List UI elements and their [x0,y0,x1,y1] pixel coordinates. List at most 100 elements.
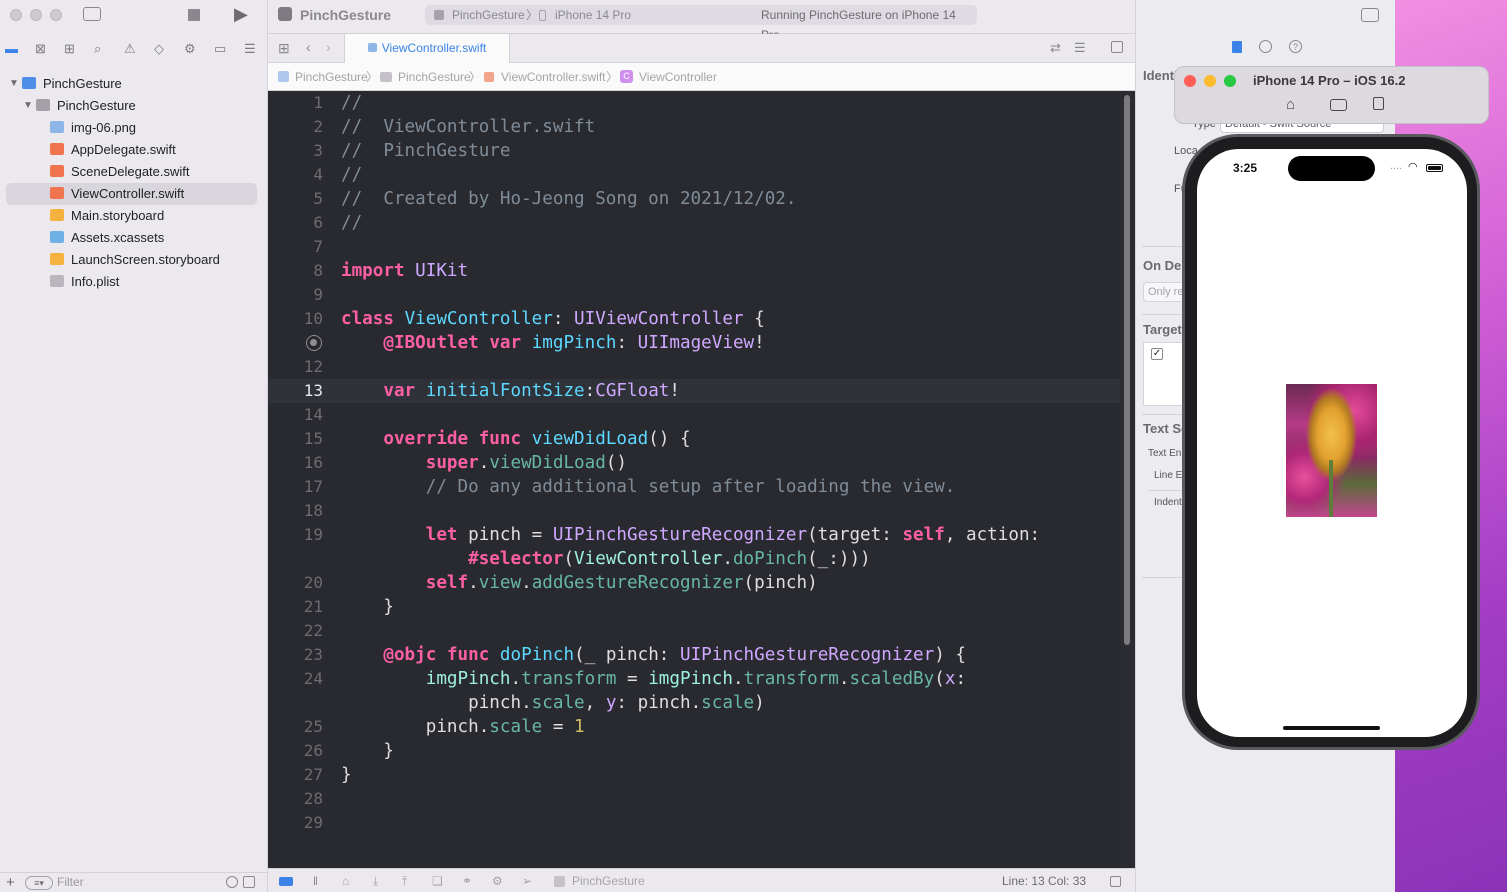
find-navigator-tab-icon[interactable]: ⌕ [94,41,101,57]
file-item[interactable]: Assets.xcassets [0,227,268,249]
test-navigator-tab-icon[interactable]: ◇ [154,41,164,57]
symbol-navigator-tab-icon[interactable]: ⊞ [64,41,75,57]
breadcrumb-file[interactable]: ViewController.swift [501,63,605,91]
line-number[interactable]: 17 [268,475,323,499]
memory-graph-icon[interactable]: ⚭ [462,869,472,892]
line-number[interactable]: 16 [268,451,323,475]
report-navigator-tab-icon[interactable]: ☰ [244,41,256,57]
file-item-selected[interactable]: ViewController.swift [6,183,257,205]
outlet-connection-icon[interactable] [306,335,322,351]
code-line[interactable]: // [341,163,362,187]
code-line[interactable]: class ViewController: UIViewController { [341,307,765,331]
scrollbar-thumb[interactable] [1124,95,1130,645]
inspector-toggle-icon[interactable] [1361,8,1379,22]
issue-navigator-tab-icon[interactable]: ⚠ [124,41,136,57]
source-control-filter-icon[interactable] [243,876,255,888]
chevron-down-icon[interactable]: ▼ [9,73,19,95]
split-editor-icon[interactable] [1111,41,1123,53]
line-number[interactable]: 14 [268,403,323,427]
file-item[interactable]: SceneDelegate.swift [0,161,268,183]
breadcrumb-group[interactable]: PinchGesture [398,63,471,91]
debug-area-toggle-icon[interactable] [279,877,293,886]
line-number[interactable]: 2 [268,115,323,139]
line-number[interactable]: 18 [268,499,323,523]
line-number[interactable]: 7 [268,235,323,259]
simulator-zoom-button[interactable] [1224,75,1236,87]
line-number[interactable]: 15 [268,427,323,451]
file-item[interactable]: AppDelegate.swift [0,139,268,161]
file-item[interactable]: LaunchScreen.storyboard [0,249,268,271]
breadcrumb-project[interactable]: PinchGesture [295,63,368,91]
line-number[interactable]: 25 [268,715,323,739]
forward-icon[interactable]: › [326,39,331,55]
scheme-selector[interactable]: PinchGesture 〉 iPhone 14 Pro Running Pin… [425,5,977,42]
line-number[interactable]: 10 [268,307,323,331]
code-line[interactable]: super.viewDidLoad() [341,451,627,475]
line-number[interactable]: 28 [268,787,323,811]
source-control-tab-icon[interactable]: ⊠ [35,41,46,57]
code-line[interactable]: } [341,739,394,763]
code-line[interactable]: let pinch = UIPinchGestureRecognizer(tar… [341,523,1040,547]
add-file-icon[interactable]: + [6,874,15,891]
simulate-location-icon[interactable]: ➢ [522,869,532,892]
tree-project-root[interactable]: ▼ PinchGesture [0,73,268,95]
swap-icon[interactable]: ⇄ [1050,40,1061,56]
simulator-minimize-button[interactable] [1204,75,1216,87]
line-number[interactable]: 27 [268,763,323,787]
line-number[interactable]: 13 [268,379,323,403]
code-line[interactable]: } [341,763,352,787]
line-number[interactable]: 20 [268,571,323,595]
code-line[interactable]: // [341,211,362,235]
home-icon[interactable]: ⌂ [1286,96,1295,113]
project-navigator-tab-icon[interactable]: ▬ [5,41,18,56]
file-item[interactable]: Info.plist [0,271,268,293]
history-inspector-tab-icon[interactable] [1259,40,1272,53]
breakpoint-navigator-tab-icon[interactable]: ▭ [214,41,226,57]
home-indicator[interactable] [1283,726,1380,730]
code-line[interactable]: pinch.scale, y: pinch.scale) [341,691,765,715]
code-line[interactable]: // PinchGesture [341,139,510,163]
file-inspector-tab-icon[interactable] [1232,41,1242,53]
line-number[interactable]: 5 [268,187,323,211]
target-checkbox[interactable]: ✓ [1151,348,1163,360]
filter-input[interactable]: Filter [57,875,84,889]
step-into-icon[interactable]: ⤓ [373,869,378,892]
code-line[interactable]: // [341,91,362,115]
line-number[interactable]: 12 [268,355,323,379]
breadcrumb-class[interactable]: ViewController [639,63,717,91]
code-line[interactable]: #selector(ViewController.doPinch(_:))) [341,547,871,571]
code-line[interactable]: imgPinch.transform = imgPinch.transform.… [341,667,966,691]
code-line[interactable]: override func viewDidLoad() { [341,427,690,451]
help-inspector-tab-icon[interactable]: ? [1289,40,1302,53]
code-line[interactable]: pinch.scale = 1 [341,715,585,739]
line-number[interactable]: 24 [268,667,323,691]
adjust-editor-icon[interactable]: ☰ [1074,40,1086,56]
filter-options-icon[interactable]: ≡▾ [25,876,53,890]
simulator-close-button[interactable] [1184,75,1196,87]
code-line[interactable]: import UIKit [341,259,468,283]
step-out-icon[interactable]: ⤒ [402,869,407,892]
code-line[interactable]: // ViewController.swift [341,115,595,139]
sidebar-toggle-icon[interactable] [83,7,101,21]
line-number[interactable]: 9 [268,283,323,307]
destination-name[interactable]: iPhone 14 Pro [555,5,631,25]
code-line[interactable]: } [341,595,394,619]
file-item[interactable]: img-06.png [0,117,268,139]
tree-group[interactable]: ▼ PinchGesture [0,95,268,117]
screenshot-icon[interactable] [1330,99,1347,111]
line-number[interactable]: 23 [268,643,323,667]
code-line[interactable]: @objc func doPinch(_ pinch: UIPinchGestu… [341,643,966,667]
chevron-down-icon[interactable]: ▼ [23,95,33,117]
environment-overrides-icon[interactable]: ⚙ [492,869,503,892]
debug-navigator-tab-icon[interactable]: ⚙ [184,41,196,57]
pause-icon[interactable]: ‖ [313,869,318,892]
line-number[interactable]: 22 [268,619,323,643]
code-line[interactable]: // Created by Ho-Jeong Song on 2021/12/0… [341,187,796,211]
line-number[interactable]: 26 [268,739,323,763]
line-number[interactable]: 29 [268,811,323,835]
line-number[interactable]: 4 [268,163,323,187]
back-icon[interactable]: ‹ [306,39,311,55]
line-number[interactable]: 1 [268,91,323,115]
grid-icon[interactable]: ⊞ [278,40,290,57]
line-number[interactable]: 8 [268,259,323,283]
